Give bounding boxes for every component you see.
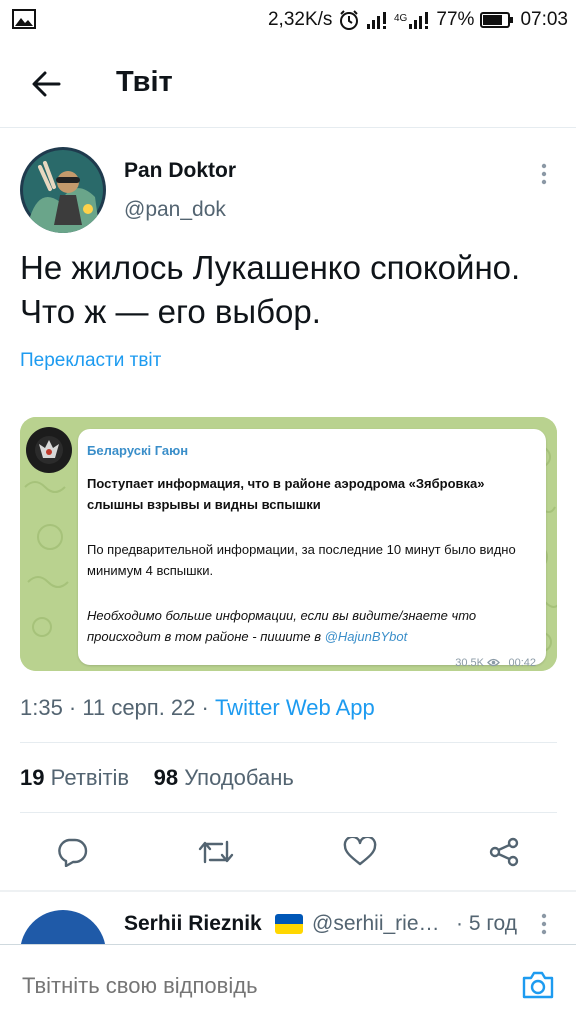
signal-4g-icon: 4G <box>394 12 429 29</box>
camera-icon <box>522 971 554 999</box>
channel-name: Беларускі Гаюн <box>87 443 189 458</box>
more-vertical-icon <box>541 163 547 185</box>
section-divider <box>0 890 576 892</box>
author-handle[interactable]: @pan_dok <box>124 198 226 222</box>
tweet-media-image[interactable]: Беларускі Гаюн Поступает информация, что… <box>20 417 557 671</box>
arrow-left-icon <box>32 71 61 97</box>
likes-label[interactable]: Уподобань <box>184 765 294 790</box>
message-paragraph-3-text: Необходимо больше информации, если вы ви… <box>87 608 477 644</box>
message-views: 30.5K <box>455 657 484 669</box>
status-bar: 2,32K/s 4G 77% 07:03 <box>0 0 576 40</box>
retweet-button[interactable] <box>196 832 236 872</box>
likes-count[interactable]: 98 <box>154 765 178 790</box>
reply-time: · 5 год <box>456 912 518 935</box>
ukraine-flag-icon <box>275 914 303 934</box>
share-button[interactable] <box>484 832 524 872</box>
message-time: 00:42 <box>508 657 536 669</box>
reply-button[interactable] <box>52 832 92 872</box>
camera-button[interactable] <box>518 967 558 1003</box>
message-paragraph-2: По предварительной информации, за послед… <box>87 542 516 578</box>
divider <box>20 742 557 743</box>
message-paragraph-3: Необходимо больше информации, если вы ви… <box>87 605 537 647</box>
channel-logo-icon <box>35 436 63 464</box>
alarm-icon <box>340 10 359 30</box>
translate-tweet-link[interactable]: Перекласти твіт <box>20 350 161 372</box>
tweet-more-button[interactable] <box>530 160 558 188</box>
battery-icon <box>480 12 514 28</box>
back-button[interactable] <box>22 62 70 106</box>
tweet-actions <box>0 832 576 876</box>
svg-text:4G: 4G <box>394 13 408 24</box>
avatar-image <box>20 147 106 233</box>
tweet-text: Не жилось Лукашенко спокойно. Что ж — ег… <box>20 249 521 330</box>
message-paragraph-1: Поступает информация, что в районе аэрод… <box>87 476 485 512</box>
reply-author-name[interactable]: Serhii Rieznik <box>124 912 262 936</box>
reply-icon <box>58 838 88 867</box>
clock: 07:03 <box>520 9 568 30</box>
reply-input[interactable] <box>22 973 482 999</box>
battery-percent: 77% <box>436 9 475 30</box>
retweet-icon <box>198 840 234 864</box>
share-icon <box>489 837 519 867</box>
status-indicators: 2,32K/s 4G 77% 07:03 <box>268 7 568 33</box>
image-icon <box>12 9 36 29</box>
signal-icon <box>367 12 387 29</box>
like-icon <box>343 837 377 866</box>
retweets-count[interactable]: 19 <box>20 765 44 790</box>
retweets-label[interactable]: Ретвітів <box>51 765 130 790</box>
app-header: Твіт <box>0 40 576 128</box>
eye-icon <box>487 658 500 667</box>
message-mention: @HajunBYbot <box>324 629 408 644</box>
page-title: Твіт <box>116 66 173 98</box>
reply-author-handle[interactable]: @serhii_rie… <box>312 912 440 936</box>
tweet-timestamp: 1:35 · 11 серп. 22 · <box>20 695 215 720</box>
tweet-meta: 1:35 · 11 серп. 22 · Twitter Web App <box>20 695 375 721</box>
network-speed: 2,32K/s <box>267 9 333 30</box>
tweet-source-app[interactable]: Twitter Web App <box>215 695 375 720</box>
channel-avatar <box>26 427 72 473</box>
author-avatar[interactable] <box>20 147 106 233</box>
divider <box>20 812 557 813</box>
reply-composer <box>0 944 576 1024</box>
more-vertical-icon <box>541 913 547 935</box>
tweet-stats: 19 Ретвітів 98 Уподобань <box>20 765 294 791</box>
like-button[interactable] <box>340 832 380 872</box>
reply-more-button[interactable] <box>530 910 558 938</box>
telegram-message: Беларускі Гаюн Поступает информация, что… <box>78 429 546 669</box>
author-name[interactable]: Pan Doktor <box>124 159 236 183</box>
